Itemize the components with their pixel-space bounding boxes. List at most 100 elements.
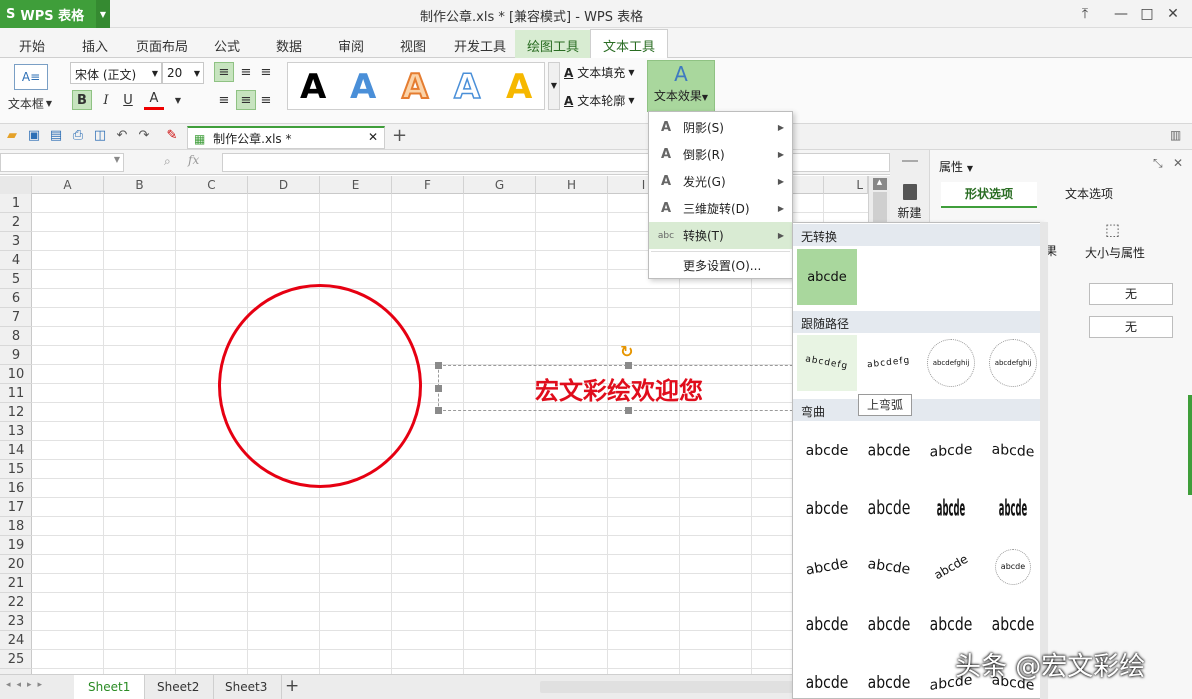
fx-icon[interactable]: fx (188, 153, 199, 167)
row-header[interactable]: 10 (0, 365, 32, 384)
column-header[interactable]: E (320, 176, 392, 194)
save-icon[interactable]: ▣ (26, 128, 42, 144)
align-center-icon[interactable]: ≡ (236, 90, 256, 110)
row-header[interactable]: 11 (0, 384, 32, 403)
row-header[interactable]: 9 (0, 346, 32, 365)
bold-button[interactable]: B (72, 90, 92, 110)
row-header[interactable]: 5 (0, 270, 32, 289)
textbox-icon[interactable]: A≡ (14, 64, 48, 90)
row-header[interactable]: 16 (0, 479, 32, 498)
fill-none-button[interactable]: 无 (1089, 283, 1173, 305)
row-header[interactable]: 21 (0, 574, 32, 593)
textbox-button[interactable]: 文本框 ▼ (4, 94, 56, 112)
tab-text-tools[interactable]: 文本工具 (590, 29, 669, 58)
drag-grip[interactable] (901, 160, 918, 162)
pane-toggle-icon[interactable]: ▥ (1170, 128, 1181, 142)
column-header[interactable]: C (176, 176, 248, 194)
redo-icon[interactable]: ↷ (136, 128, 152, 144)
resize-handle[interactable] (625, 407, 632, 414)
tab-shape-options[interactable]: 形状选项 (941, 182, 1037, 208)
style-blue-outline-icon[interactable]: A (453, 66, 481, 108)
path-circle-option[interactable]: abcdefghij (921, 335, 981, 391)
print-preview-icon[interactable]: ◫ (92, 128, 108, 144)
warp-option[interactable]: abcde (797, 423, 857, 479)
seal-circle-shape[interactable] (218, 284, 422, 488)
column-header[interactable]: H (536, 176, 608, 194)
tab-data[interactable]: 数据 (276, 36, 302, 55)
row-header[interactable]: 8 (0, 327, 32, 346)
menu-item-reflection[interactable]: A 倒影(R) ▶ (649, 141, 792, 168)
tab-text-options[interactable]: 文本选项 (1041, 182, 1137, 208)
path-button-option[interactable]: abcdefghij (983, 335, 1041, 391)
column-header[interactable]: D (248, 176, 320, 194)
column-header[interactable]: L (824, 176, 868, 194)
row-header[interactable]: 14 (0, 441, 32, 460)
pane-pin-icon[interactable]: ⤡ (1153, 156, 1163, 171)
document-tab[interactable]: ▦ 制作公章.xls * ✕ (187, 126, 385, 149)
row-header[interactable]: 4 (0, 251, 32, 270)
warp-option[interactable]: abcde (859, 473, 919, 546)
open-icon[interactable]: ▰ (4, 128, 20, 144)
row-header[interactable]: 20 (0, 555, 32, 574)
print-icon[interactable]: ⎙ (70, 128, 86, 144)
font-color-button[interactable]: A (144, 90, 164, 110)
column-header[interactable]: G (464, 176, 536, 194)
row-header[interactable]: 25 (0, 650, 32, 669)
font-size-select[interactable]: 20 ▼ (162, 62, 204, 84)
text-fill-button[interactable]: A 文本填充 ▼ (564, 64, 634, 81)
style-blue-icon[interactable]: A (350, 67, 376, 107)
menu-item-shadow[interactable]: A 阴影(S) ▶ (649, 114, 792, 141)
style-orange-outline-icon[interactable]: A (401, 66, 429, 108)
close-tab-icon[interactable]: ✕ (368, 130, 378, 144)
row-header[interactable]: 1 (0, 194, 32, 213)
restore-layout-icon[interactable]: ⤒ (1074, 4, 1096, 24)
undo-icon[interactable]: ↶ (114, 128, 130, 144)
warp-option[interactable]: abcde (983, 539, 1041, 595)
menu-item-glow[interactable]: A 发光(G) ▶ (649, 168, 792, 195)
submenu-scrollbar[interactable] (1040, 222, 1048, 699)
row-header[interactable]: 23 (0, 612, 32, 631)
row-header[interactable]: 7 (0, 308, 32, 327)
pane-close-icon[interactable]: ✕ (1173, 156, 1183, 170)
row-header[interactable]: 12 (0, 403, 32, 422)
tab-insert[interactable]: 插入 (82, 36, 108, 55)
close-icon[interactable]: ✕ (1162, 4, 1184, 24)
wordart-text[interactable]: 宏文彩绘欢迎您 (535, 371, 703, 406)
tab-formula[interactable]: 公式 (214, 36, 240, 55)
path-arch-up-option[interactable]: abcdefg (797, 335, 857, 391)
warp-option[interactable]: abcde (797, 475, 857, 542)
align-left-icon[interactable]: ≡ (214, 90, 234, 110)
export-pdf-icon[interactable]: ▤ (48, 128, 64, 144)
italic-button[interactable]: I (96, 90, 116, 110)
row-header[interactable]: 22 (0, 593, 32, 612)
tab-view[interactable]: 视图 (400, 36, 426, 55)
tab-home[interactable]: 开始 (19, 36, 45, 55)
row-header[interactable]: 2 (0, 213, 32, 232)
sheet-tab[interactable]: Sheet2 (143, 675, 215, 699)
align-top-icon[interactable]: ≡ (214, 62, 234, 82)
select-all-corner[interactable] (0, 176, 32, 194)
column-header[interactable]: B (104, 176, 176, 194)
row-header[interactable]: 19 (0, 536, 32, 555)
add-sheet-icon[interactable]: + (285, 676, 299, 696)
scroll-up-icon[interactable]: ▲ (872, 178, 887, 190)
app-dropdown-icon[interactable]: ▼ (96, 0, 110, 28)
text-outline-button[interactable]: A 文本轮廓 ▼ (564, 92, 634, 109)
sheet-tab[interactable]: Sheet1 (74, 675, 146, 699)
line-none-button[interactable]: 无 (1089, 316, 1173, 338)
tab-page-layout[interactable]: 页面布局 (136, 36, 188, 55)
row-header[interactable]: 6 (0, 289, 32, 308)
font-color-dropdown-icon[interactable]: ▼ (168, 90, 188, 110)
resize-handle[interactable] (435, 385, 442, 392)
zoom-icon[interactable]: ⌕ (164, 154, 171, 169)
column-header[interactable]: A (32, 176, 104, 194)
warp-option[interactable]: abcde (859, 649, 919, 698)
align-right-icon[interactable]: ≡ (256, 90, 276, 110)
new-tab-button[interactable]: + (392, 125, 407, 146)
align-bottom-icon[interactable]: ≡ (256, 62, 276, 82)
row-header[interactable]: 24 (0, 631, 32, 650)
menu-item-more-settings[interactable]: 更多设置(O)... (649, 252, 792, 279)
underline-button[interactable]: U (118, 90, 138, 110)
format-painter-icon[interactable]: ✎ (164, 128, 180, 144)
warp-option[interactable]: abcde (797, 649, 857, 698)
